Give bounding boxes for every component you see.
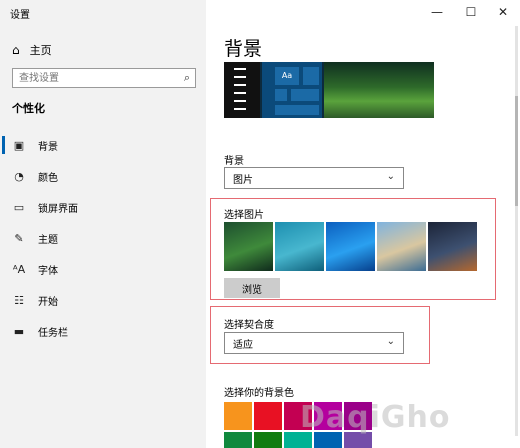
preview-wallpaper	[324, 62, 434, 118]
desktop-preview: Aa	[224, 62, 434, 118]
sidebar-item-start[interactable]: ☷ 开始	[0, 285, 206, 315]
page-title: 背景	[224, 38, 263, 60]
wallpaper-thumbnail-lake-forest[interactable]	[224, 222, 273, 271]
color-swatch[interactable]	[254, 432, 282, 448]
color-swatch[interactable]	[314, 402, 342, 430]
font-icon: ᴬA	[12, 262, 26, 276]
fit-label: 选择契合度	[224, 320, 274, 331]
fit-value: 适应	[233, 339, 253, 351]
chevron-down-icon: ⌄	[386, 336, 395, 347]
sidebar-item-font[interactable]: ᴬA 字体	[0, 254, 206, 284]
background-dropdown[interactable]: 图片 ⌄	[224, 167, 404, 189]
accent-color-grid	[224, 402, 372, 448]
start-icon: ☷	[14, 293, 24, 307]
picture-icon: ▣	[13, 138, 25, 152]
sidebar-item-taskbar[interactable]: ▬ 任务栏	[0, 316, 206, 346]
preview-tiles: Aa	[262, 62, 322, 118]
sidebar-item-label: 任务栏	[38, 327, 68, 339]
lock-screen-icon: ▭	[13, 200, 25, 214]
sidebar-item-palette[interactable]: ◔ 颜色	[0, 161, 206, 191]
scrollbar[interactable]	[515, 26, 518, 436]
home-label: 主页	[29, 44, 52, 57]
color-swatch[interactable]	[224, 402, 252, 430]
color-swatch[interactable]	[344, 432, 372, 448]
bg-color-label: 选择你的背景色	[224, 388, 294, 399]
color-swatch[interactable]	[254, 402, 282, 430]
picture-thumbnails	[224, 222, 477, 271]
sidebar-item-label: 开始	[38, 296, 58, 308]
taskbar-icon: ▬	[13, 324, 25, 338]
section-title: 个性化	[12, 102, 45, 115]
browse-button[interactable]: 浏览	[224, 278, 280, 298]
search-icon[interactable]: ⌕	[184, 71, 190, 85]
sidebar-item-label: 颜色	[38, 172, 58, 184]
wallpaper-thumbnail-windows-blue[interactable]	[326, 222, 375, 271]
chevron-down-icon: ⌄	[386, 171, 395, 182]
sidebar-item-lock-screen[interactable]: ▭ 锁屏界面	[0, 192, 206, 222]
wallpaper-thumbnail-beach-rocks[interactable]	[377, 222, 426, 271]
background-label: 背景	[224, 156, 244, 167]
home-icon: ⌂	[12, 43, 20, 57]
search-box[interactable]: ⌕	[12, 68, 196, 88]
color-swatch[interactable]	[344, 402, 372, 430]
sidebar: ⌂ 主页 ⌕ 个性化 ▣ 背景 ◔ 颜色 ▭ 锁屏界面 ✎ 主题 ᴬA 字体 ☷ 开始 ▬ 任务栏	[0, 0, 206, 448]
color-swatch[interactable]	[224, 432, 252, 448]
color-swatch[interactable]	[284, 402, 312, 430]
background-value: 图片	[233, 174, 253, 186]
sidebar-item-theme[interactable]: ✎ 主题	[0, 223, 206, 253]
window-title: 设置	[10, 10, 30, 21]
scrollbar-thumb[interactable]	[515, 96, 518, 206]
search-input[interactable]	[13, 69, 173, 87]
theme-icon: ✎	[14, 231, 24, 245]
main-panel: 背景 Aa 背景 图片 ⌄ 选择图片 浏览 选择契合度 适应 ⌄ 选择你的背景色	[206, 0, 520, 448]
wallpaper-thumbnail-underwater-swimmer[interactable]	[275, 222, 324, 271]
choose-picture-label: 选择图片	[224, 210, 264, 221]
sidebar-item-label: 字体	[38, 265, 58, 277]
sidebar-item-label: 锁屏界面	[38, 203, 78, 215]
sidebar-item-label: 背景	[38, 141, 58, 153]
preview-tile-text: Aa	[274, 66, 300, 86]
home-nav-item[interactable]: ⌂ 主页	[12, 42, 52, 58]
preview-start-menu	[224, 62, 260, 118]
wallpaper-thumbnail-night-sky[interactable]	[428, 222, 477, 271]
color-swatch[interactable]	[284, 432, 312, 448]
color-swatch[interactable]	[314, 432, 342, 448]
palette-icon: ◔	[14, 169, 24, 183]
fit-dropdown[interactable]: 适应 ⌄	[224, 332, 404, 354]
sidebar-item-picture[interactable]: ▣ 背景	[0, 130, 206, 160]
sidebar-item-label: 主题	[38, 234, 58, 246]
